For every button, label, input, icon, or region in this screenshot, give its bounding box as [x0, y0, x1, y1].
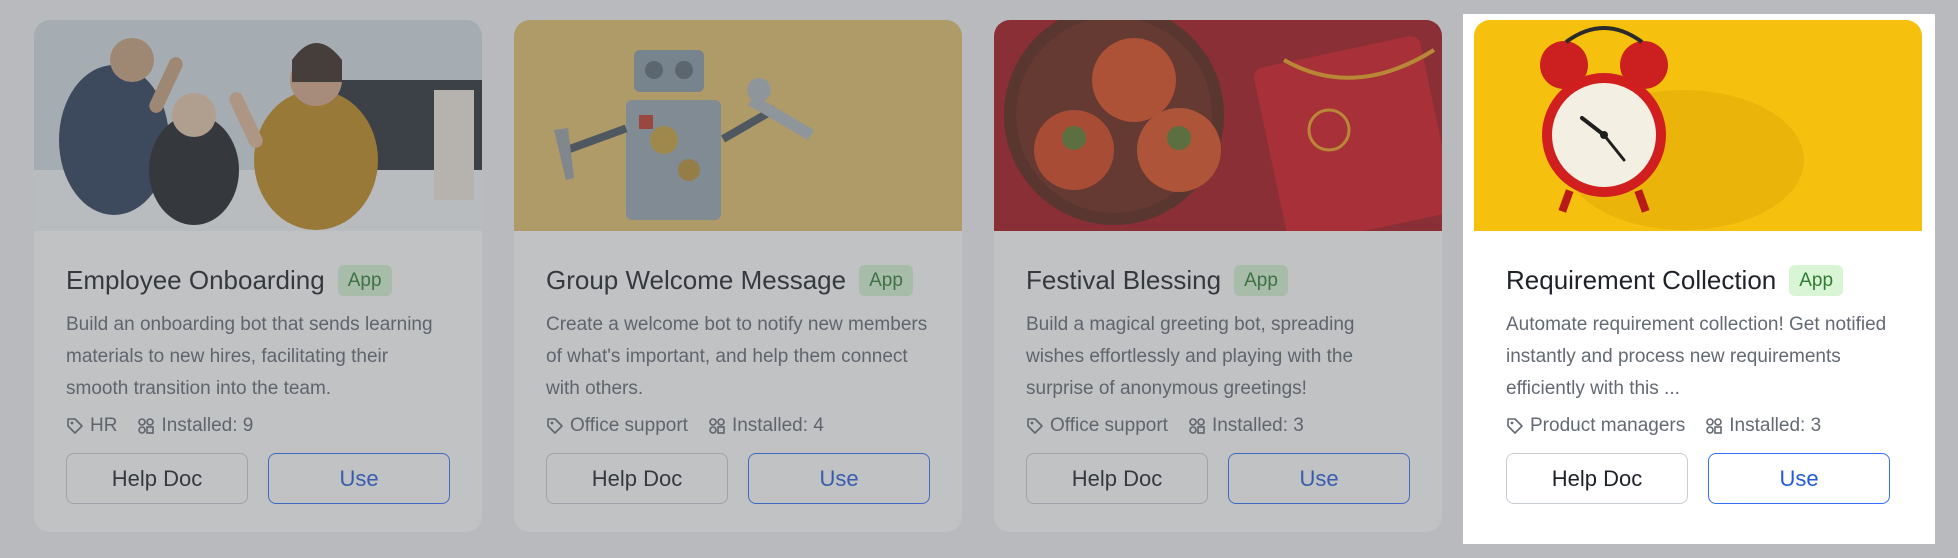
- install-count: Installed: 3: [1705, 415, 1821, 437]
- tag-icon: [547, 418, 563, 434]
- card-description: Build a magical greeting bot, spreading …: [1026, 314, 1355, 399]
- app-badge: App: [337, 264, 392, 296]
- template-card-requirement-collection[interactable]: Requirement Collection App Automate requ…: [1474, 20, 1922, 532]
- install-icon: [1189, 418, 1205, 434]
- template-card-festival-blessing[interactable]: Festival Blessing App Build a magical gr…: [994, 20, 1442, 532]
- use-button[interactable]: Use: [1708, 453, 1890, 504]
- install-count: Installed: 9: [137, 415, 253, 437]
- category-label: Office support: [1050, 415, 1168, 436]
- category-tag: Product managers: [1506, 415, 1685, 437]
- app-badge: App: [859, 264, 913, 296]
- install-icon: [1706, 418, 1723, 434]
- card-grid: Employee Onboarding App Build an onboard…: [34, 20, 1922, 532]
- use-button[interactable]: Use: [1228, 453, 1410, 504]
- card-title: Festival Blessing: [1026, 264, 1222, 295]
- install-count: Installed: 3: [1188, 415, 1304, 437]
- card-title: Employee Onboarding: [66, 264, 325, 295]
- card-title: Requirement Collection: [1506, 264, 1777, 295]
- category-tag: HR: [66, 415, 117, 437]
- use-button[interactable]: Use: [268, 453, 450, 504]
- app-badge: App: [1234, 264, 1288, 296]
- category-label: HR: [90, 415, 118, 436]
- install-icon: [138, 418, 155, 434]
- install-count-label: Installed: 3: [1729, 415, 1822, 436]
- team-high-five-photo: [34, 20, 482, 231]
- help-doc-button[interactable]: Help Doc: [66, 453, 248, 504]
- template-card-employee-onboarding[interactable]: Employee Onboarding App Build an onboard…: [34, 20, 482, 532]
- install-count-label: Installed: 4: [731, 415, 824, 436]
- robot-with-tools-photo: [514, 20, 962, 231]
- help-doc-button[interactable]: Help Doc: [1026, 453, 1208, 504]
- category-label: Product managers: [1530, 415, 1686, 436]
- install-count: Installed: 4: [708, 415, 824, 437]
- category-tag: Office support: [1026, 415, 1168, 437]
- install-icon: [709, 418, 725, 434]
- card-description: Create a welcome bot to notify new membe…: [546, 314, 928, 399]
- category-label: Office support: [570, 415, 688, 436]
- alarm-clock-photo: [1474, 20, 1922, 231]
- install-count-label: Installed: 3: [1211, 415, 1304, 436]
- card-description: Automate requirement collection! Get not…: [1506, 314, 1887, 399]
- tag-icon: [67, 418, 83, 434]
- persimmons-red-envelope-photo: [994, 20, 1442, 231]
- template-card-group-welcome-message[interactable]: Group Welcome Message App Create a welco…: [514, 20, 962, 532]
- card-title: Group Welcome Message: [546, 264, 847, 295]
- tag-icon: [1507, 418, 1523, 434]
- category-tag: Office support: [546, 415, 688, 437]
- help-doc-button[interactable]: Help Doc: [1506, 453, 1688, 504]
- help-doc-button[interactable]: Help Doc: [546, 453, 728, 504]
- card-description: Build an onboarding bot that sends learn…: [66, 314, 433, 399]
- tag-icon: [1027, 418, 1043, 434]
- template-gallery: Employee Onboarding App Build an onboard…: [0, 0, 1958, 558]
- app-badge: App: [1789, 264, 1844, 296]
- use-button[interactable]: Use: [748, 453, 930, 504]
- install-count-label: Installed: 9: [161, 415, 254, 436]
